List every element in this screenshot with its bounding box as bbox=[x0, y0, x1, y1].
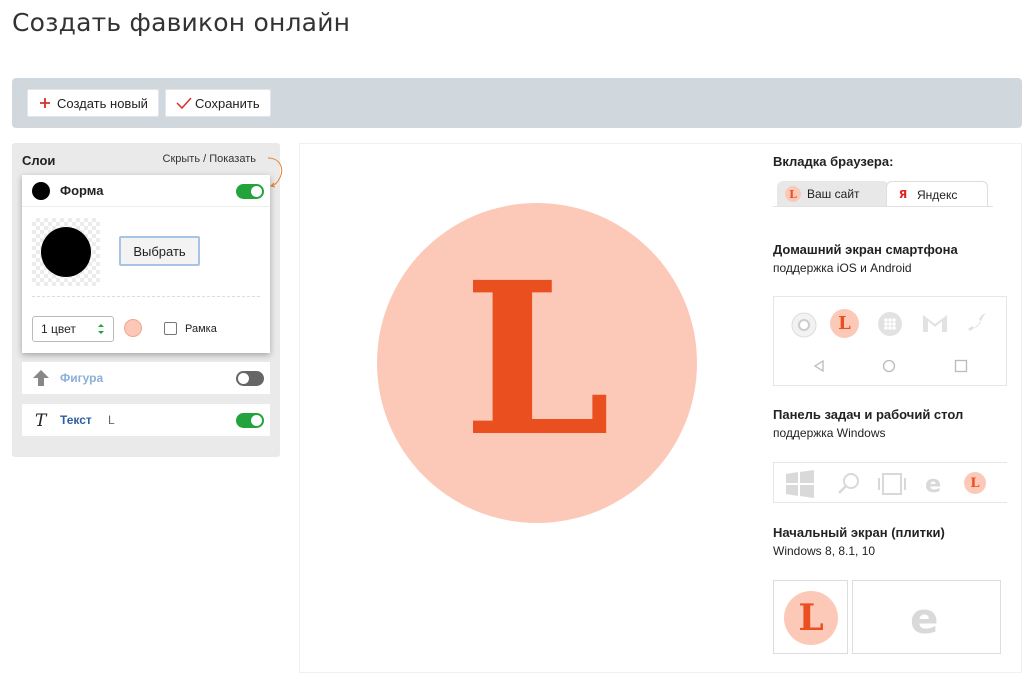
layer-text-value: L bbox=[108, 413, 115, 427]
yandex-icon: Я bbox=[895, 186, 911, 203]
home-nav-icon bbox=[882, 359, 896, 373]
svg-text:e: e bbox=[925, 471, 941, 495]
layer-shape-label: Форма bbox=[60, 183, 104, 198]
taskbar-favicon: L bbox=[964, 472, 986, 494]
taskbar-preview: e L bbox=[773, 462, 1007, 503]
browser-tab-yandex-label: Яндекс bbox=[917, 187, 958, 202]
layer-figure-toggle[interactable] bbox=[236, 371, 264, 386]
phone-title: Домашний экран смартфона bbox=[773, 242, 958, 257]
layers-title: Слои bbox=[22, 153, 56, 168]
tiles-title: Начальный экран (плитки) bbox=[773, 525, 945, 540]
circle-shape-icon bbox=[32, 182, 50, 200]
layer-figure-card[interactable]: Фигура bbox=[22, 362, 270, 394]
browser-tab-site-label: Ваш сайт bbox=[807, 187, 860, 201]
hide-show-link[interactable]: Скрыть / Показать bbox=[163, 153, 256, 165]
gmail-icon bbox=[923, 315, 947, 332]
layer-text-card[interactable]: T Текст L bbox=[22, 404, 270, 436]
recents-nav-icon bbox=[954, 359, 968, 373]
task-view-icon bbox=[878, 473, 906, 495]
frame-checkbox[interactable] bbox=[164, 322, 177, 335]
apps-grid-icon bbox=[878, 312, 902, 336]
layer-text-label: Текст bbox=[60, 413, 92, 427]
layer-figure-label: Фигура bbox=[60, 371, 104, 385]
frame-label: Рамка bbox=[185, 323, 217, 335]
save-label: Сохранить bbox=[195, 95, 260, 111]
browser-tab-site[interactable]: L Ваш сайт bbox=[777, 181, 889, 207]
select-arrows-icon bbox=[98, 324, 104, 334]
arrow-up-icon bbox=[33, 370, 49, 386]
page-title: Создать фавикон онлайн bbox=[12, 8, 351, 37]
small-tile: L bbox=[773, 580, 848, 654]
save-button[interactable]: Сохранить bbox=[165, 89, 271, 117]
divider bbox=[32, 296, 260, 297]
toolbar: Создать новый Сохранить bbox=[12, 78, 1022, 128]
text-t-icon: T bbox=[35, 411, 48, 429]
create-new-label: Создать новый bbox=[57, 95, 148, 111]
shape-preview-circle bbox=[41, 227, 91, 277]
phone-call-icon bbox=[968, 313, 986, 331]
favicon-preview-letter: L bbox=[463, 236, 611, 483]
back-nav-icon bbox=[813, 359, 824, 373]
preview-area: L Вкладка браузера: L Ваш сайт Я Яндекс … bbox=[299, 143, 1022, 673]
phone-app-favicon: L bbox=[830, 309, 859, 338]
browser-tab-title: Вкладка браузера: bbox=[773, 154, 894, 169]
color-count-select[interactable]: 1 цвет bbox=[32, 316, 114, 342]
svg-text:e: e bbox=[910, 597, 939, 637]
taskbar-subtitle: поддержка Windows bbox=[773, 426, 886, 440]
color-count-value: 1 цвет bbox=[41, 322, 76, 336]
taskbar-title: Панель задач и рабочий стол bbox=[773, 407, 964, 422]
chrome-icon bbox=[791, 312, 817, 338]
tile-favicon: L bbox=[784, 591, 838, 645]
edge-icon: e bbox=[925, 471, 941, 495]
choose-shape-button[interactable]: Выбрать bbox=[119, 236, 200, 266]
edge-tile-icon: e bbox=[910, 597, 939, 637]
layer-shape-toggle[interactable] bbox=[236, 184, 264, 199]
shape-preview-thumbnail bbox=[32, 218, 100, 286]
search-icon bbox=[838, 473, 859, 494]
phone-subtitle: поддержка iOS и Android bbox=[773, 261, 912, 275]
create-new-button[interactable]: Создать новый bbox=[27, 89, 159, 117]
browser-tab-yandex[interactable]: Я Яндекс bbox=[886, 181, 988, 207]
wide-tile: e bbox=[852, 580, 1001, 654]
layer-shape-header[interactable]: Форма bbox=[22, 175, 270, 207]
checkmark-icon bbox=[176, 96, 192, 110]
layer-shape-card: Форма Выбрать 1 цвет Рамка bbox=[22, 175, 270, 353]
tab-bar-line bbox=[773, 206, 993, 207]
plus-icon bbox=[38, 96, 52, 110]
preview-sidebar: Вкладка браузера: L Ваш сайт Я Яндекс До… bbox=[773, 144, 1023, 674]
shape-color-swatch[interactable] bbox=[124, 319, 142, 337]
windows-logo-icon bbox=[786, 470, 814, 498]
tiles-subtitle: Windows 8, 8.1, 10 bbox=[773, 544, 876, 558]
layers-panel: Слои Скрыть / Показать Форма Выбрать 1 ц… bbox=[12, 143, 283, 457]
site-favicon: L bbox=[785, 186, 801, 202]
phone-preview: L bbox=[773, 296, 1007, 386]
favicon-preview: L bbox=[377, 203, 697, 523]
svg-text:T: T bbox=[35, 411, 48, 429]
layer-text-toggle[interactable] bbox=[236, 413, 264, 428]
